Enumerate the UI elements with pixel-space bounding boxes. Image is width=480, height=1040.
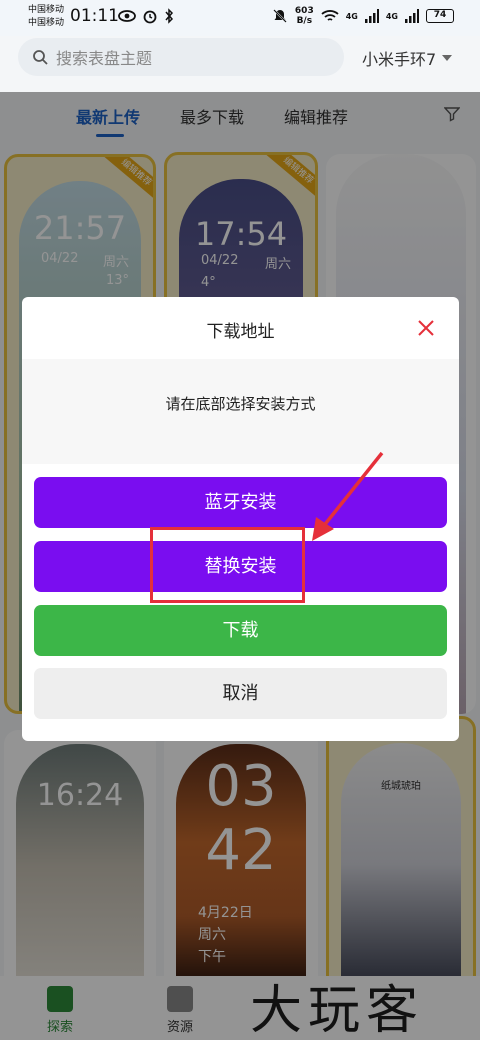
status-time: 01:11 <box>70 6 119 26</box>
signal-1-label: 4G <box>345 11 358 21</box>
carrier-2: 中国移动 <box>28 18 65 28</box>
download-button[interactable]: 下载 <box>34 605 447 656</box>
signal-2-label: 4G <box>385 11 398 21</box>
download-dialog: 下载地址 请在底部选择安装方式 蓝牙安装 替换安装 下载 取消 <box>22 297 459 741</box>
device-selector[interactable]: 小米手环7 <box>362 46 453 70</box>
signal-bars-icon <box>364 9 379 23</box>
carrier-1: 中国移动 <box>28 5 65 15</box>
eye-icon <box>118 10 136 22</box>
dialog-message: 请在底部选择安装方式 <box>165 395 316 413</box>
status-bar: 中国移动 中国移动 01:11 603 B/s 4G 4G 74 <box>0 0 480 36</box>
wifi-icon <box>321 10 339 21</box>
chevron-down-icon <box>442 55 453 61</box>
device-label: 小米手环7 <box>362 50 437 69</box>
close-icon[interactable] <box>415 317 437 339</box>
bluetooth-icon <box>165 8 174 24</box>
search-placeholder: 搜索表盘主题 <box>56 49 153 68</box>
search-icon <box>33 50 48 65</box>
mute-icon <box>273 9 287 23</box>
dialog-title: 下载地址 <box>206 322 275 342</box>
cancel-button[interactable]: 取消 <box>34 668 447 719</box>
battery-indicator: 74 <box>426 9 454 23</box>
watermark-logo: 大玩客 <box>250 981 425 1040</box>
search-input[interactable]: 搜索表盘主题 <box>18 38 344 76</box>
signal-bars-icon <box>405 9 419 23</box>
annotation-arrow-icon <box>312 451 384 541</box>
carrier-info: 中国移动 中国移动 <box>28 4 64 30</box>
alarm-icon <box>143 10 157 24</box>
network-speed: 603 B/s <box>294 6 314 26</box>
annotation-highlight-box <box>150 527 305 603</box>
